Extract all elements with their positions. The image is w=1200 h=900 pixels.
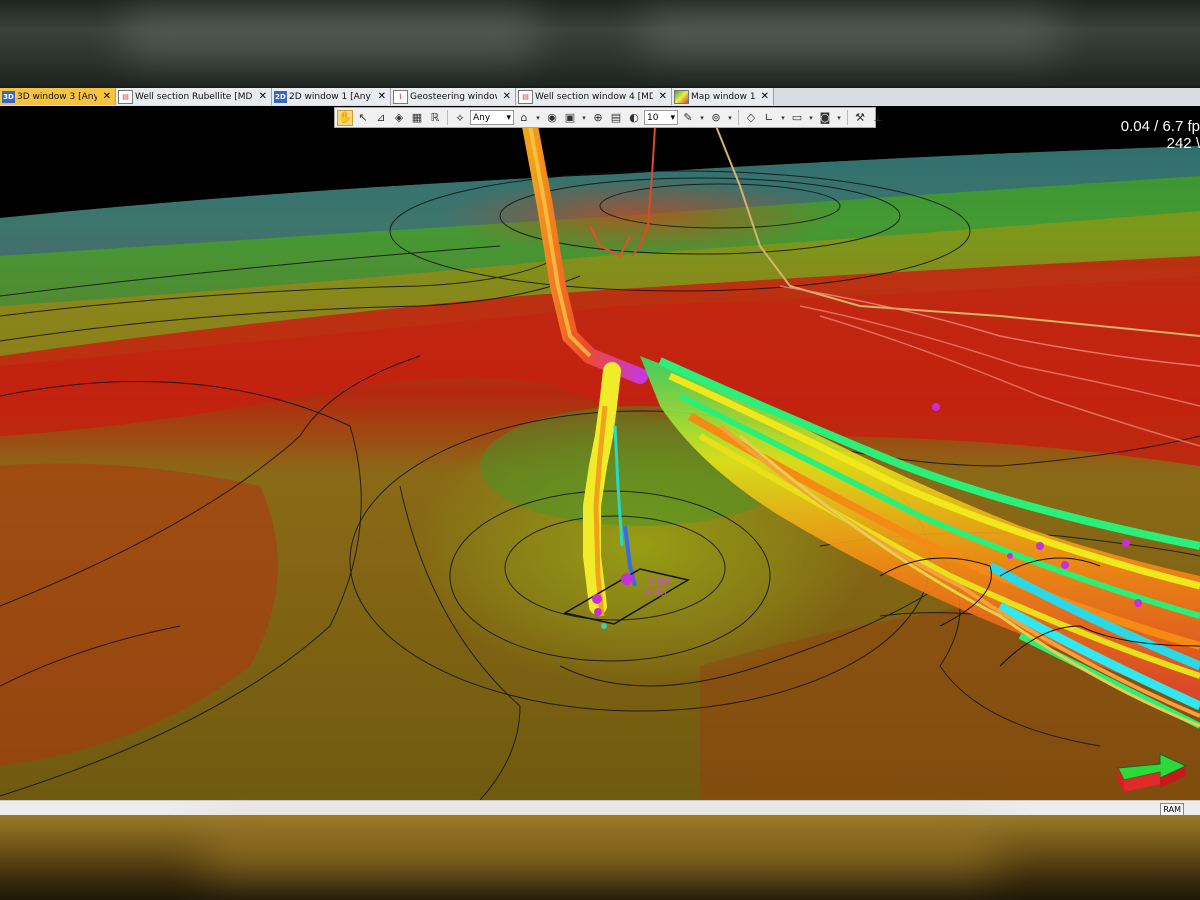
background-blur <box>200 835 1000 875</box>
target-icon[interactable]: ⊕ <box>590 110 606 126</box>
size-select-value: 10 <box>647 112 659 123</box>
draw-icon[interactable]: ✎ <box>680 110 696 126</box>
tab-label: Geosteering window <box>410 91 497 102</box>
chevron-down-icon[interactable]: ▾ <box>698 110 706 126</box>
ruler-rr-icon[interactable]: ℝ <box>427 110 443 126</box>
window-tab-bar: 3D 3D window 3 [Any] ✕ ▤ Well section Ru… <box>0 88 1200 107</box>
shape-icon[interactable]: ◇ <box>743 110 759 126</box>
home-icon[interactable]: ⌂ <box>516 110 532 126</box>
hand-pan-icon[interactable]: ✋ <box>337 109 353 126</box>
frame-icon[interactable]: ▣ <box>562 110 578 126</box>
close-icon[interactable]: ✕ <box>259 91 267 102</box>
blurred-background-top <box>0 0 1200 86</box>
axes-icon[interactable]: ∟ <box>761 110 777 126</box>
chevron-down-icon: ▾ <box>670 112 675 123</box>
tab-label: Well section Rubellite [MD] <box>135 91 253 102</box>
size-select[interactable]: 10 ▾ <box>644 110 678 125</box>
color-settings-icon[interactable]: ◐ <box>626 110 642 126</box>
status-bar: RAM <box>0 800 1200 816</box>
panel-icon[interactable]: ▭ <box>789 110 805 126</box>
select-arrow-icon[interactable]: ↖ <box>355 110 371 126</box>
chevron-down-icon[interactable]: ▾ <box>807 110 815 126</box>
tab-geosteering-window[interactable]: ⌇ Geosteering window ✕ <box>391 88 516 105</box>
binoculars-icon[interactable]: ⊚ <box>708 110 724 126</box>
viewport-toolbar: ✋ ↖ ⊿ ◈ ▦ ℝ ⟡ Any ▾ ⌂ ▾ ◉ ▣ ▾ ⊕ ▤ ◐ 10 ▾… <box>334 107 883 128</box>
filter-select-value: Any <box>473 112 491 123</box>
filter-select[interactable]: Any ▾ <box>470 110 514 125</box>
camera-view-icon[interactable]: ◉ <box>544 110 560 126</box>
measure-icon[interactable]: ⊿ <box>373 110 389 126</box>
well-section-icon: ▤ <box>518 89 533 104</box>
geosteering-icon: ⌇ <box>393 89 408 104</box>
close-icon[interactable]: ✕ <box>761 91 769 102</box>
fps-count: 242 \ <box>1166 135 1200 152</box>
tool-icon[interactable]: ⚒ <box>852 110 868 126</box>
tab-3d-window-3[interactable]: 3D 3D window 3 [Any] ✕ <box>0 88 116 105</box>
background-blur <box>640 14 1060 54</box>
tab-well-section-rubellite[interactable]: ▤ Well section Rubellite [MD] ✕ <box>116 88 272 105</box>
toolbar-separator <box>738 110 739 125</box>
toolbar-separator <box>847 110 848 125</box>
screenshot-camera-icon[interactable]: ◙ <box>817 110 833 126</box>
layers-icon[interactable]: ▦ <box>409 110 425 126</box>
close-icon[interactable]: ✕ <box>103 91 111 102</box>
close-icon[interactable]: ✕ <box>503 91 511 102</box>
3d-viewport[interactable]: 9.40 9.50 0.04 / 6.7 fp 242 \ <box>0 106 1200 800</box>
tab-label: 2D window 1 [Any] <box>289 91 372 102</box>
chevron-down-icon[interactable]: ▾ <box>835 110 843 126</box>
pin-icon[interactable]: ⊥ <box>870 110 886 126</box>
tab-well-section-window-4[interactable]: ▤ Well section window 4 [MD] ✕ <box>516 88 672 105</box>
3d-scene: 9.40 9.50 <box>0 106 1200 800</box>
toolbar-separator <box>447 110 448 125</box>
chevron-down-icon[interactable]: ▾ <box>580 110 588 126</box>
chevron-down-icon[interactable]: ▾ <box>534 110 542 126</box>
well-section-icon: ▤ <box>118 89 133 104</box>
3d-window-icon: 3D <box>2 90 15 103</box>
tab-2d-window-1[interactable]: 2D 2D window 1 [Any] ✕ <box>272 88 391 105</box>
close-icon[interactable]: ✕ <box>659 91 667 102</box>
blurred-background-bottom <box>0 815 1200 900</box>
tab-label: 3D window 3 [Any] <box>17 91 97 102</box>
tab-label: Map window 1 <box>691 91 755 102</box>
map-icon <box>674 89 689 104</box>
well-depth-label: 9.50 <box>648 576 669 588</box>
2d-window-icon: 2D <box>274 90 287 103</box>
chevron-down-icon: ▾ <box>506 112 511 123</box>
well-depth-label: 9.40 <box>645 587 666 599</box>
close-icon[interactable]: ✕ <box>378 91 386 102</box>
background-blur <box>120 10 540 60</box>
tab-label: Well section window 4 [MD] <box>535 91 653 102</box>
view-icon[interactable]: ⟡ <box>452 110 468 126</box>
frame-rate-readout: 0.04 / 6.7 fp 242 \ <box>1121 118 1200 152</box>
chevron-down-icon[interactable]: ▾ <box>726 110 734 126</box>
eraser-icon[interactable]: ◈ <box>391 110 407 126</box>
fps-value: 0.04 / 6.7 fp <box>1120 118 1200 135</box>
chevron-down-icon[interactable]: ▾ <box>779 110 787 126</box>
tab-map-window-1[interactable]: Map window 1 ✕ <box>672 88 774 105</box>
cube-icon[interactable]: ▤ <box>608 110 624 126</box>
